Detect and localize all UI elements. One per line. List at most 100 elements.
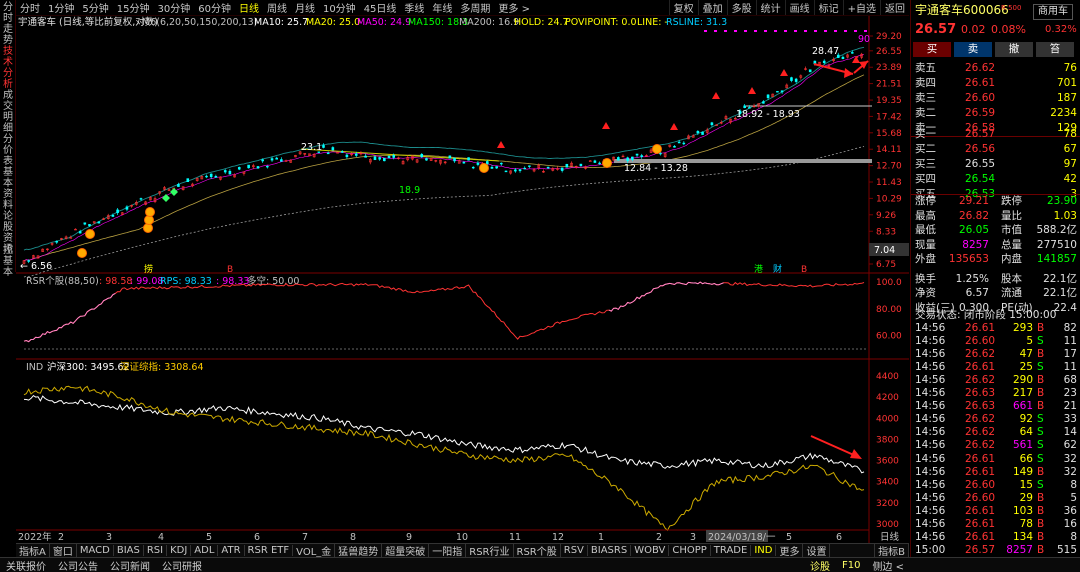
event-marker-3[interactable]: 港 [754,263,763,275]
candle-body [237,167,241,170]
vtab-jishu[interactable]: 技术分析 [1,46,15,90]
ind-tab-b[interactable]: 指标B [874,543,909,558]
ind-tab-a[interactable]: 指标A [16,543,50,558]
tick-time: 14:56 [915,465,946,478]
status-diagnose[interactable]: 诊股 [804,558,836,572]
tab-15min[interactable]: 15分钟 [113,0,154,15]
trade-status: 交易状态: 闭市阶段 15:00:00 [915,309,1057,321]
ind-tab-chopp[interactable]: CHOPP [669,545,711,556]
ind-tab-ind[interactable]: IND [751,545,777,556]
tab-monthly[interactable]: 月线 [291,0,319,15]
tick-volume: 64 [1019,426,1033,439]
vtab-jiben[interactable]: 基本资料 [1,167,15,211]
status-link-announce[interactable]: 公司公告 [52,558,104,572]
candle-body [518,169,522,172]
ind-tab-rsretf[interactable]: RSR ETF [245,545,294,556]
ind-axis-label: 3800 [876,435,899,445]
ind-tab-macd[interactable]: MACD [77,545,114,556]
date-axis-label: 1 [598,532,604,543]
event-marker-1[interactable]: 捞 [144,263,153,275]
ind-axis-label: 3200 [876,499,899,509]
status-f10[interactable]: F10 [836,560,866,571]
ind-tab-window[interactable]: 窗口 [50,543,77,558]
tick-row: 14:56 26.61 25 S 11 [911,361,1080,374]
status-link-quote[interactable]: 关联报价 [0,558,52,572]
vtab-kongjiben[interactable]: 控基本 [1,245,15,278]
tab-30min[interactable]: 30分钟 [153,0,194,15]
ind-tab-kdj[interactable]: KDJ [167,545,192,556]
ind-tab-yiyang[interactable]: 一阳指 [429,543,467,558]
candle-body [476,162,480,165]
tab-45day[interactable]: 45日线 [360,0,401,15]
more-order-button[interactable]: 笞 [1036,42,1074,57]
tick-volume: 29 [1019,491,1033,504]
ind-tab-more[interactable]: 更多 [776,543,804,558]
candle-body [55,240,59,243]
ind-tab-mengshou[interactable]: 猛兽趋势 [335,543,383,558]
ind-tab-chaoliang[interactable]: 超量突破 [382,543,430,558]
candle-body [383,157,386,162]
tab-year[interactable]: 年线 [428,0,456,15]
tab-1min[interactable]: 1分钟 [44,0,78,15]
ind-tab-settings[interactable]: 设置 [803,543,831,558]
overlay-button[interactable]: 叠加 [697,0,727,15]
status-link-news[interactable]: 公司新闻 [104,558,156,572]
tick-volume: 47 [1019,348,1033,361]
tick-volume: 290 [1012,374,1033,387]
bid-volume: 97 [1063,158,1077,170]
back-button[interactable]: 返回 [880,0,909,15]
tab-10min[interactable]: 10分钟 [319,0,360,15]
bid-label: 买二 [915,143,936,155]
ind-tab-rsrgg[interactable]: RSR个股 [514,543,561,558]
ind-tab-rsv[interactable]: RSV [561,545,588,556]
tab-daily[interactable]: 日线 [235,0,263,15]
event-marker-5[interactable]: B [801,265,807,275]
tab-multi[interactable]: 多周期 [456,0,494,15]
tab-60min[interactable]: 60分钟 [194,0,235,15]
ind-tab-rsrhy[interactable]: RSR行业 [466,543,514,558]
ind-tab-wobv[interactable]: WOBV [631,545,670,556]
buy-button[interactable]: 买 [913,42,951,57]
candle-body [336,152,339,154]
tab-weekly[interactable]: 周线 [263,0,291,15]
draw-button[interactable]: 画线 [784,0,814,15]
stat-label-1: 外盘 [915,253,936,265]
ind-tab-atr[interactable]: ATR [218,545,245,556]
add-watchlist-button[interactable]: +自选 [842,0,880,15]
ind-sz: 深证综指: 3308.64 [120,361,204,373]
ind-tab-vol[interactable]: VOL_金 [293,543,336,558]
tick-price: 26.62 [965,439,996,452]
tick-side: B [1037,387,1045,400]
rsr-axis-label: 60.00 [876,332,902,342]
status-link-research[interactable]: 公司研报 [156,558,208,572]
sell-button[interactable]: 卖 [954,42,992,57]
candle-body [640,155,644,157]
status-sidebar[interactable]: 侧边 < [866,558,910,572]
ind-tab-biasrs[interactable]: BIASRS [588,545,632,556]
fuquan-button[interactable]: 复权 [668,0,698,15]
price-axis-label: 26.55 [876,47,902,57]
tab-5min[interactable]: 5分钟 [78,0,112,15]
chart-area[interactable]: 宇通客车 (日线,等比前复权,对数) M6(6,20,50,150,200,13… [16,16,909,543]
tab-more[interactable]: 更多 > [494,0,534,15]
tick-price: 26.60 [965,491,996,504]
price-lines [23,46,872,278]
event-marker-2[interactable]: B [227,265,233,275]
ind-axis-label: 3600 [876,457,899,467]
tab-fenshi[interactable]: 分时 [16,0,44,15]
sector-tag[interactable]: 商用车 [1033,4,1073,20]
ind-tab-adl[interactable]: ADL [191,545,219,556]
ind-tab-rsi[interactable]: RSI [144,545,168,556]
date-axis-label: 3 [690,532,696,543]
stats-button[interactable]: 统计 [755,0,785,15]
cancel-order-button[interactable]: 撤 [995,42,1033,57]
vtab-fenshi[interactable]: 分时走势 [1,2,15,46]
event-marker-4[interactable]: 财 [773,263,782,275]
ind-tab-bias[interactable]: BIAS [114,545,144,556]
vtab-chengjiao[interactable]: 成交明细 [1,90,15,134]
vtab-fenjia[interactable]: 分价表 [1,134,15,167]
mark-button[interactable]: 标记 [813,0,843,15]
tab-quarter[interactable]: 季线 [400,0,428,15]
ind-tab-trade[interactable]: TRADE [711,545,752,556]
multi-stock-button[interactable]: 多股 [726,0,756,15]
